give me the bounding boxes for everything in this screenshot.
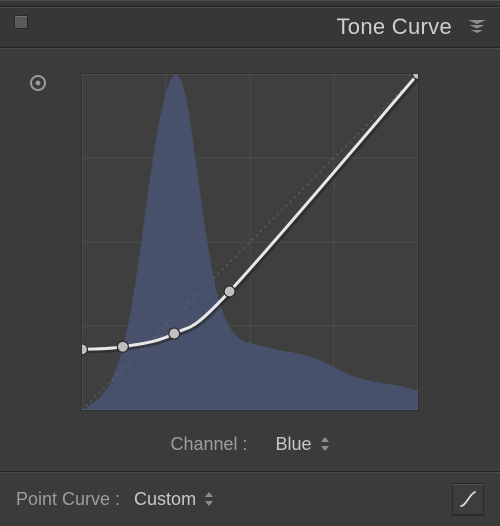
channel-select[interactable]: Blue (276, 434, 330, 455)
point-curve-select[interactable]: Custom (134, 489, 214, 510)
channel-label: Channel : (170, 434, 247, 455)
select-stepper-icon (204, 492, 214, 506)
targeted-adjustment-tool[interactable] (28, 73, 48, 93)
panel-toggle-switch[interactable] (14, 15, 28, 29)
select-stepper-icon (320, 437, 330, 451)
tone-curve-panel: Tone Curve Channel : Blue (0, 0, 500, 526)
edit-point-curve-button[interactable] (452, 483, 484, 515)
channel-value: Blue (276, 434, 312, 455)
titlebar-strip (0, 0, 500, 7)
panel-body: Channel : Blue (0, 48, 500, 471)
panel-disclosure-icon[interactable] (468, 20, 486, 34)
curve-edit-icon (458, 489, 478, 509)
point-curve-value: Custom (134, 489, 196, 510)
panel-footer: Point Curve : Custom (0, 471, 500, 526)
channel-row: Channel : Blue (20, 429, 480, 459)
tone-curve-graph[interactable] (81, 73, 419, 411)
point-curve-label: Point Curve : (16, 489, 120, 510)
panel-title: Tone Curve (336, 14, 452, 40)
panel-header: Tone Curve (0, 7, 500, 48)
